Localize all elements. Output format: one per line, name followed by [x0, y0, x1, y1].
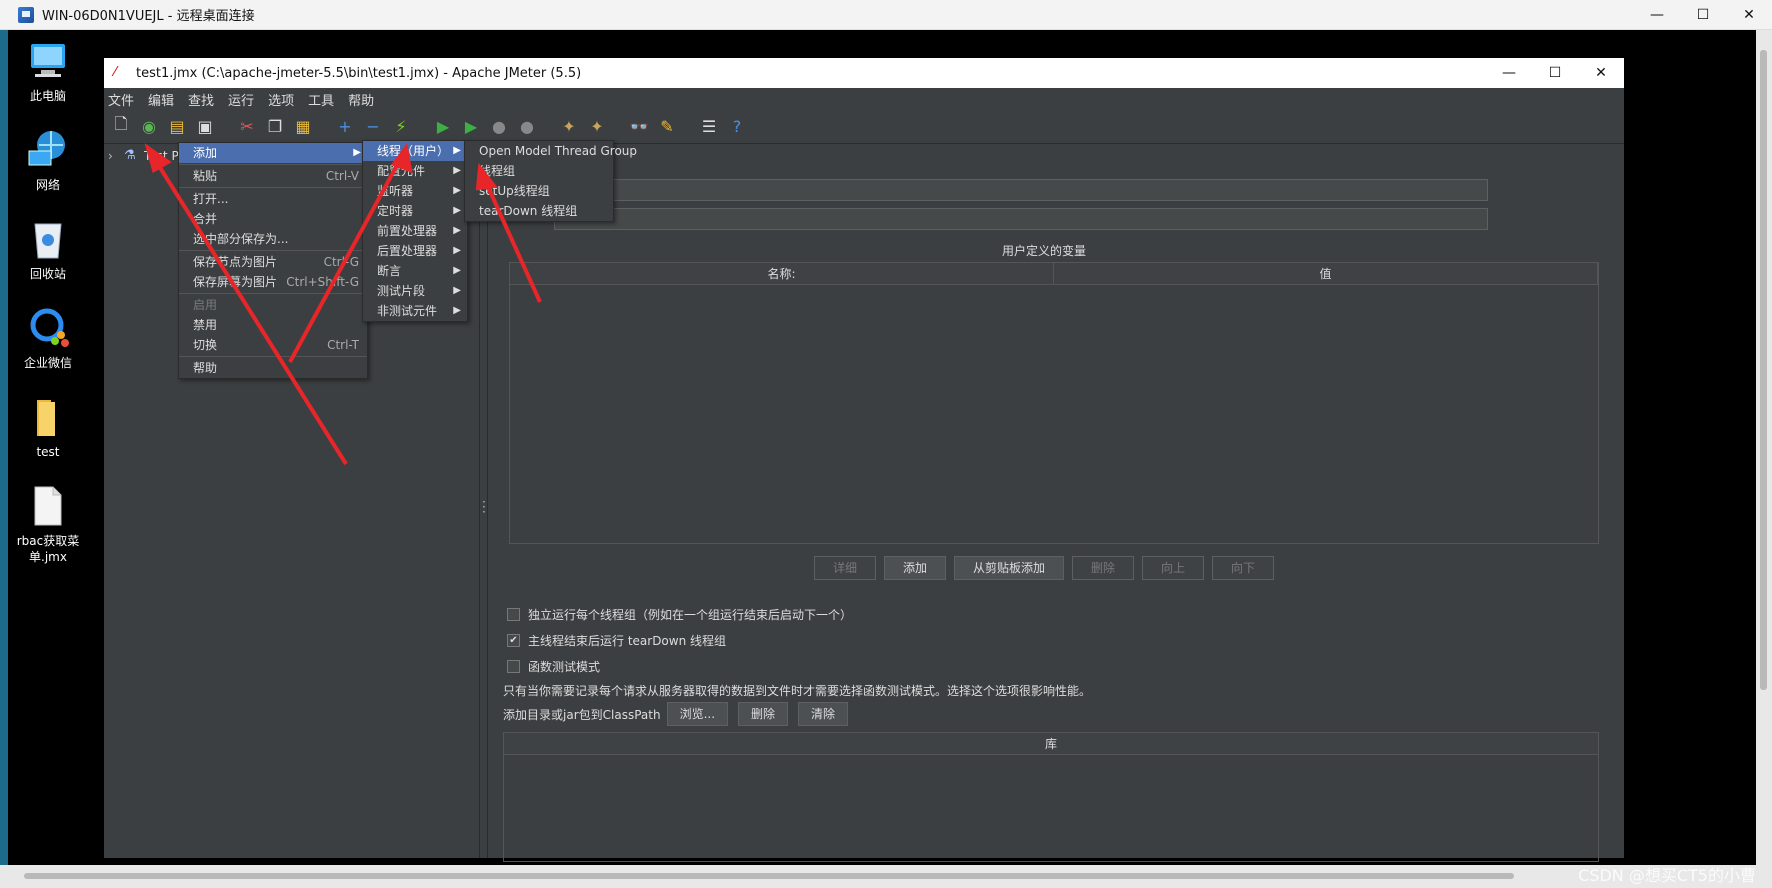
close-button[interactable]: ✕	[1726, 0, 1772, 30]
annotation-arrows	[144, 143, 542, 466]
remote-desktop: 此电脑 网络 回收站 企业微信 test rbac获取菜单.jmx ⁄ test…	[8, 30, 1756, 865]
maximize-button[interactable]: ☐	[1680, 0, 1726, 30]
rdp-title-bar: WIN-06D0N1VUEJL - 远程桌面连接 — ☐ ✕	[0, 0, 1772, 30]
vertical-scrollbar[interactable]	[1756, 30, 1772, 865]
minimize-button[interactable]: —	[1634, 0, 1680, 30]
scrollbar-thumb[interactable]	[24, 873, 1514, 879]
arrow-head-icon	[390, 143, 413, 174]
remote-desktop-icon	[18, 6, 34, 23]
watermark: CSDN @想买CT5的小曹	[1578, 866, 1756, 885]
rdp-window-title: WIN-06D0N1VUEJL - 远程桌面连接	[42, 9, 255, 24]
rdp-window-controls: — ☐ ✕	[1634, 0, 1772, 30]
arrow-head-icon	[144, 143, 172, 174]
arrow-to-threads	[288, 155, 404, 363]
arrow-to-thread-group	[482, 177, 542, 303]
scrollbar-thumb[interactable]	[1760, 50, 1767, 690]
arrow-head-icon	[475, 162, 498, 191]
horizontal-scrollbar[interactable]	[0, 865, 1772, 888]
